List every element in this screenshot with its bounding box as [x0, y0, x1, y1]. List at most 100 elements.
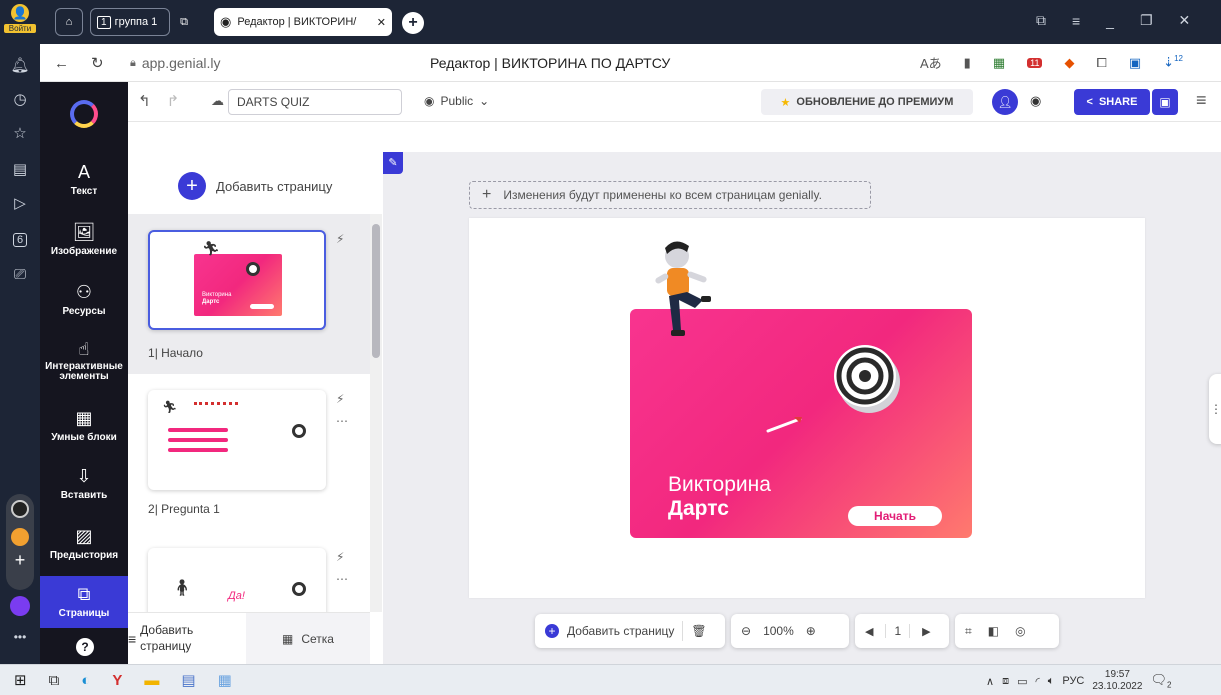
- slide-canvas[interactable]: Викторина Дартс Начать: [469, 218, 1145, 598]
- sidebar-item-pages[interactable]: ⧉ Страницы: [40, 576, 128, 628]
- sidebar-item-smart-blocks[interactable]: ▦ Умные блоки: [40, 408, 128, 443]
- app-icon-1[interactable]: [11, 500, 29, 518]
- sheets-ext-icon[interactable]: ▦: [993, 55, 1005, 71]
- tab-group[interactable]: 1 группа 1: [90, 8, 170, 36]
- network-icon[interactable]: ◜: [1035, 675, 1039, 688]
- profile-login-button[interactable]: 👤 Войти: [4, 4, 36, 40]
- notifications-icon[interactable]: 🗨︎2: [1150, 672, 1171, 690]
- tab-title: Редактор | ВИКТОРИН/: [237, 16, 357, 28]
- help-icon[interactable]: ?: [76, 638, 94, 656]
- more-options-icon[interactable]: ⋯: [336, 414, 348, 428]
- star-icon[interactable]: ☆: [0, 124, 40, 142]
- download-icon[interactable]: ⇣12: [1163, 54, 1183, 70]
- chevron-up-icon[interactable]: ∧: [986, 675, 994, 688]
- upgrade-button[interactable]: ★ ОБНОВЛЕНИЕ ДО ПРЕМИУМ: [761, 89, 973, 115]
- menu-icon[interactable]: ≡: [1072, 13, 1080, 29]
- doc-name-input[interactable]: DARTS QUIZ: [228, 89, 402, 115]
- preview-icon[interactable]: ◉: [1030, 93, 1041, 109]
- sidebar-item-background[interactable]: ▨ Предыстория: [40, 526, 128, 561]
- bell-icon[interactable]: 🔔︎: [0, 56, 40, 74]
- battery-icon[interactable]: ▭: [1017, 675, 1027, 688]
- back-icon[interactable]: ←: [54, 55, 69, 72]
- assistant-icon[interactable]: [10, 596, 30, 616]
- magic-wand-icon[interactable]: ⚡︎: [336, 232, 344, 246]
- pages-scrollbar[interactable]: [370, 214, 382, 612]
- grid-view-button[interactable]: ▦ Сетка: [246, 613, 370, 665]
- file-explorer-icon[interactable]: ▬: [144, 672, 159, 689]
- page-thumb-3[interactable]: 🧍︎ Да!: [148, 548, 326, 618]
- bookmark-icon[interactable]: ▮: [964, 55, 971, 71]
- share-button[interactable]: < SHARE: [1074, 89, 1150, 115]
- clock[interactable]: 19:57 23.10.2022: [1092, 669, 1142, 693]
- minimize-icon[interactable]: _: [1106, 13, 1114, 29]
- history-icon[interactable]: ◷: [0, 90, 40, 108]
- genially-logo-icon[interactable]: [70, 100, 98, 128]
- app-icon-2[interactable]: [11, 528, 29, 546]
- language-indicator[interactable]: РУС: [1062, 675, 1084, 687]
- zoom-in-icon[interactable]: ⊕: [806, 624, 816, 638]
- edge-icon[interactable]: ◐: [81, 672, 90, 689]
- tab-active[interactable]: ◉ Редактор | ВИКТОРИН/ ✕: [214, 8, 392, 36]
- next-page-icon[interactable]: ▶: [922, 625, 930, 638]
- add-collaborator-icon[interactable]: 👤︎: [992, 89, 1018, 115]
- thumb-pink-card: Викторина Дартс: [194, 254, 282, 316]
- magic-wand-icon[interactable]: ⚡︎: [336, 550, 344, 564]
- ext-badge-icon[interactable]: 11: [1027, 57, 1043, 68]
- trash-icon[interactable]: 🗑︎: [691, 624, 706, 638]
- sidebar-item-insert[interactable]: ⇩ Вставить: [40, 466, 128, 501]
- visibility-dropdown[interactable]: ◉ Public ⌄: [424, 94, 489, 108]
- split-view-icon[interactable]: ◧: [988, 624, 999, 638]
- add-page-button[interactable]: + Добавить страницу: [178, 172, 332, 200]
- bottom-add-page-button[interactable]: Добавить страницу: [567, 624, 674, 638]
- home-tab-button[interactable]: ⌂: [55, 8, 83, 36]
- notes-icon[interactable]: ▤: [0, 160, 40, 178]
- undo-icon[interactable]: ↰: [138, 92, 151, 110]
- start-button[interactable]: Начать: [848, 506, 942, 526]
- new-tab-group-button[interactable]: ⧉: [170, 8, 198, 36]
- menu-icon[interactable]: ≡: [1196, 90, 1207, 111]
- pin-panel-icon[interactable]: ✎: [383, 152, 403, 174]
- puzzle-icon[interactable]: ⧠: [1096, 55, 1106, 71]
- sidebar-item-text[interactable]: A Текст: [40, 162, 128, 197]
- more-icon[interactable]: •••: [0, 630, 40, 644]
- reload-icon[interactable]: ↻: [91, 54, 104, 72]
- app-icon[interactable]: ▦: [218, 671, 232, 689]
- calendar-icon[interactable]: 6: [0, 230, 40, 247]
- screenshot-icon[interactable]: ⎚: [0, 266, 40, 283]
- right-panel-handle[interactable]: ⋮: [1209, 374, 1221, 444]
- meet-icon[interactable]: ⧈: [1002, 675, 1009, 688]
- collections-icon[interactable]: ⧉: [1036, 12, 1046, 29]
- bottom-add-page-button[interactable]: ≡ Добавить страницу: [128, 623, 240, 654]
- thumb-target-icon: [292, 424, 306, 438]
- photos-icon[interactable]: ▤: [181, 671, 195, 689]
- present-icon[interactable]: ▣: [1152, 89, 1178, 115]
- page-thumb-2[interactable]: 🏃︎: [148, 390, 326, 490]
- insert-icon: ⇩: [76, 466, 92, 486]
- ext-icon-3[interactable]: ◆: [1064, 55, 1074, 71]
- layers-icon[interactable]: ◎: [1015, 624, 1025, 638]
- yandex-icon[interactable]: Y: [112, 672, 122, 689]
- redo-icon[interactable]: ↱: [167, 92, 180, 110]
- scrollbar-thumb[interactable]: [372, 224, 380, 358]
- close-window-icon[interactable]: ✕: [1179, 12, 1191, 29]
- ext-icon-5[interactable]: ▣: [1129, 55, 1141, 71]
- prev-page-icon[interactable]: ◀: [865, 625, 873, 638]
- restore-icon[interactable]: ❐: [1140, 12, 1153, 29]
- fit-screen-icon[interactable]: ⌗: [965, 624, 972, 639]
- zoom-out-icon[interactable]: ⊖: [741, 624, 751, 638]
- translate-icon[interactable]: Aあ: [920, 53, 942, 72]
- task-view-icon[interactable]: ⧉: [49, 672, 60, 689]
- new-tab-button[interactable]: +: [402, 12, 424, 34]
- windows-start-icon[interactable]: ⊞: [14, 671, 27, 689]
- url-field[interactable]: 🔒︎ app.genial.ly: [130, 55, 220, 71]
- add-app-icon[interactable]: +: [6, 550, 34, 571]
- volume-icon[interactable]: 🔈︎: [1048, 675, 1055, 688]
- more-options-icon[interactable]: ⋯: [336, 572, 348, 586]
- sidebar-item-image[interactable]: 🖼 Изображение: [40, 222, 128, 257]
- play-icon[interactable]: ▷: [0, 194, 40, 212]
- page-thumb-1[interactable]: Викторина Дартс 🏃︎: [148, 230, 326, 330]
- sidebar-item-interactive[interactable]: ☝ Интерактивные элементы: [40, 340, 128, 383]
- close-tab-icon[interactable]: ✕: [377, 16, 386, 29]
- magic-wand-icon[interactable]: ⚡︎: [336, 392, 344, 406]
- sidebar-item-resources[interactable]: ⚇ Ресурсы: [40, 282, 128, 317]
